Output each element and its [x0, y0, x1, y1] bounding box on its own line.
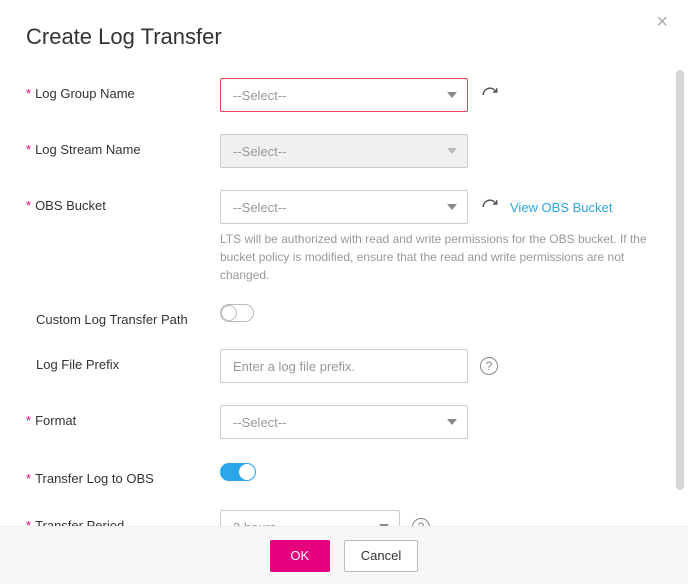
- obs-bucket-helper: LTS will be authorized with read and wri…: [220, 230, 650, 284]
- required-mark: *: [26, 87, 31, 100]
- refresh-icon[interactable]: [480, 85, 500, 105]
- label-text: Transfer Log to OBS: [35, 471, 154, 486]
- row-log-stream: * Log Stream Name --Select--: [26, 134, 662, 168]
- help-icon[interactable]: ?: [480, 357, 498, 375]
- label-log-prefix: Log File Prefix: [26, 349, 220, 372]
- row-transfer-obs: * Transfer Log to OBS: [26, 463, 662, 486]
- label-text: Transfer Period: [35, 518, 124, 526]
- required-mark: *: [26, 143, 31, 156]
- row-format: * Format --Select--: [26, 405, 662, 439]
- label-custom-path: Custom Log Transfer Path: [26, 304, 220, 327]
- custom-path-toggle[interactable]: [220, 304, 254, 322]
- dialog-footer: OK Cancel: [0, 526, 688, 584]
- row-custom-path: Custom Log Transfer Path: [26, 304, 662, 327]
- label-text: Log File Prefix: [36, 357, 119, 372]
- label-format: * Format: [26, 405, 220, 428]
- row-log-group: * Log Group Name --Select--: [26, 78, 662, 112]
- label-text: Format: [35, 413, 76, 428]
- close-icon[interactable]: ×: [656, 12, 668, 32]
- label-log-group: * Log Group Name: [26, 78, 220, 101]
- select-placeholder: --Select--: [233, 88, 286, 103]
- required-mark: *: [26, 199, 31, 212]
- transfer-obs-toggle[interactable]: [220, 463, 256, 481]
- label-log-stream: * Log Stream Name: [26, 134, 220, 157]
- label-text: Log Group Name: [35, 86, 135, 101]
- log-group-select[interactable]: --Select--: [220, 78, 468, 112]
- dialog-title: Create Log Transfer: [0, 0, 688, 58]
- transfer-period-select[interactable]: 3 hours: [220, 510, 400, 526]
- format-select[interactable]: --Select--: [220, 405, 468, 439]
- select-placeholder: --Select--: [233, 415, 286, 430]
- help-icon[interactable]: ?: [412, 518, 430, 526]
- log-prefix-input[interactable]: [220, 349, 468, 383]
- label-text: OBS Bucket: [35, 198, 106, 213]
- chevron-down-icon: [447, 148, 457, 154]
- scrollbar-thumb[interactable]: [676, 70, 684, 490]
- log-stream-select[interactable]: --Select--: [220, 134, 468, 168]
- required-mark: *: [26, 519, 31, 526]
- toggle-knob: [239, 464, 255, 480]
- view-obs-bucket-link[interactable]: View OBS Bucket: [510, 200, 612, 215]
- chevron-down-icon: [447, 92, 457, 98]
- row-log-prefix: Log File Prefix ?: [26, 349, 662, 383]
- select-placeholder: --Select--: [233, 200, 286, 215]
- refresh-icon[interactable]: [480, 197, 500, 217]
- label-transfer-obs: * Transfer Log to OBS: [26, 463, 220, 486]
- cancel-button[interactable]: Cancel: [344, 540, 418, 572]
- required-mark: *: [26, 414, 31, 427]
- scrollbar-track[interactable]: [674, 60, 686, 526]
- chevron-down-icon: [447, 419, 457, 425]
- select-placeholder: --Select--: [233, 144, 286, 159]
- required-mark: *: [26, 472, 31, 485]
- label-text: Log Stream Name: [35, 142, 141, 157]
- row-obs-bucket: * OBS Bucket --Select-- View OBS Bucket …: [26, 190, 662, 284]
- chevron-down-icon: [447, 204, 457, 210]
- row-transfer-period: * Transfer Period 3 hours ?: [26, 510, 662, 526]
- obs-bucket-select[interactable]: --Select--: [220, 190, 468, 224]
- form-body: * Log Group Name --Select-- * Log: [0, 60, 688, 526]
- label-text: Custom Log Transfer Path: [36, 312, 188, 327]
- label-obs-bucket: * OBS Bucket: [26, 190, 220, 213]
- label-transfer-period: * Transfer Period: [26, 510, 220, 526]
- toggle-knob: [221, 305, 237, 321]
- ok-button[interactable]: OK: [270, 540, 330, 572]
